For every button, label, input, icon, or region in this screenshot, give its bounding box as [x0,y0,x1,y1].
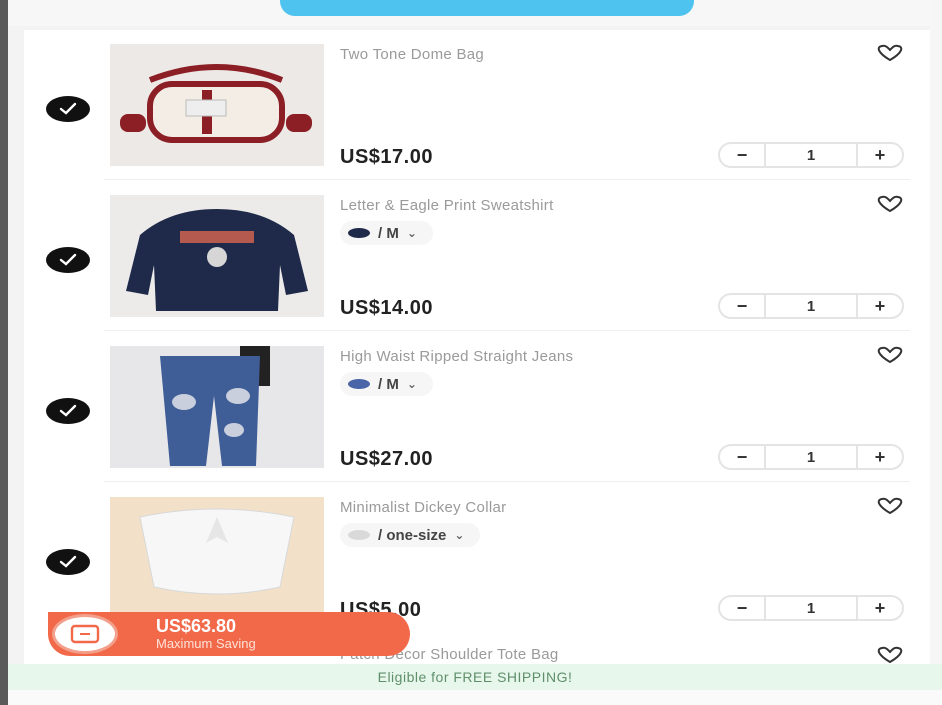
chevron-down-icon: ⌄ [406,377,417,391]
color-swatch [348,530,370,540]
product-image-collar[interactable] [110,497,324,619]
variant-selector[interactable]: / M ⌄ [340,372,433,396]
left-edge [0,0,8,705]
variant-size: / one-size [378,526,447,544]
heart-icon[interactable] [872,195,908,213]
increase-button[interactable]: + [858,446,902,468]
heart-icon[interactable] [872,44,908,62]
cart-item: Two Tone Dome Bag US$17.00 − 1 + [24,30,930,180]
product-image-sweatshirt[interactable] [110,195,324,317]
variant-selector[interactable]: / M ⌄ [340,221,433,245]
increase-button[interactable]: + [858,597,902,619]
chevron-down-icon: ⌄ [406,226,417,240]
increase-button[interactable]: + [858,295,902,317]
product-image-bag[interactable] [110,44,324,166]
free-shipping-banner[interactable]: Eligible for FREE SHIPPING! [8,664,942,690]
cart-item: High Waist Ripped Straight Jeans / M ⌄ U… [24,332,930,482]
quantity-stepper: − 1 + [718,444,904,470]
item-select-checkbox[interactable] [46,247,90,273]
product-title[interactable]: High Waist Ripped Straight Jeans [340,348,573,365]
color-swatch [348,379,370,389]
saving-label: Maximum Saving [156,636,256,651]
saving-amount: US$63.80 [156,616,237,636]
top-bar [8,0,930,26]
bottom-strip [8,690,942,705]
product-title[interactable]: Minimalist Dickey Collar [340,499,506,516]
quantity-stepper: − 1 + [718,595,904,621]
heart-icon[interactable] [872,646,908,664]
color-swatch [348,228,370,238]
item-select-checkbox[interactable] [46,96,90,122]
coupon-icon [52,614,118,654]
chevron-down-icon: ⌄ [454,528,465,542]
quantity-value[interactable]: 1 [766,298,856,315]
top-pill-button[interactable] [280,0,694,16]
product-price: US$27.00 [340,448,433,470]
product-title[interactable]: Two Tone Dome Bag [340,46,484,63]
quantity-value[interactable]: 1 [766,147,856,164]
heart-icon[interactable] [872,346,908,364]
increase-button[interactable]: + [858,144,902,166]
product-title[interactable]: Letter & Eagle Print Sweatshirt [340,197,554,214]
check-icon [59,102,77,115]
check-icon [59,555,77,568]
cart-item: Letter & Eagle Print Sweatshirt / M ⌄ US… [24,181,930,331]
item-select-checkbox[interactable] [46,398,90,424]
item-select-checkbox[interactable] [46,549,90,575]
right-edge [930,0,942,705]
quantity-stepper: − 1 + [718,142,904,168]
decrease-button[interactable]: − [720,446,764,468]
decrease-button[interactable]: − [720,295,764,317]
variant-size: / M [378,375,399,393]
decrease-button[interactable]: − [720,144,764,166]
free-shipping-text: Eligible for FREE SHIPPING! [377,669,573,685]
decrease-button[interactable]: − [720,597,764,619]
quantity-value[interactable]: 1 [766,600,856,617]
product-price: US$17.00 [340,146,433,168]
variant-selector[interactable]: / one-size ⌄ [340,523,481,547]
heart-icon[interactable] [872,497,908,515]
variant-size: / M [378,224,399,242]
check-icon [59,253,77,266]
product-image-jeans[interactable] [110,346,324,468]
product-price: US$14.00 [340,297,433,319]
check-icon [59,404,77,417]
quantity-stepper: − 1 + [718,293,904,319]
cart-item: Minimalist Dickey Collar / one-size ⌄ US… [24,483,930,633]
quantity-value[interactable]: 1 [766,449,856,466]
saving-badge[interactable]: US$63.80 Maximum Saving [48,612,410,656]
cart-page: Two Tone Dome Bag US$17.00 − 1 + Letter … [0,0,942,705]
cart-list: Two Tone Dome Bag US$17.00 − 1 + Letter … [24,30,930,705]
